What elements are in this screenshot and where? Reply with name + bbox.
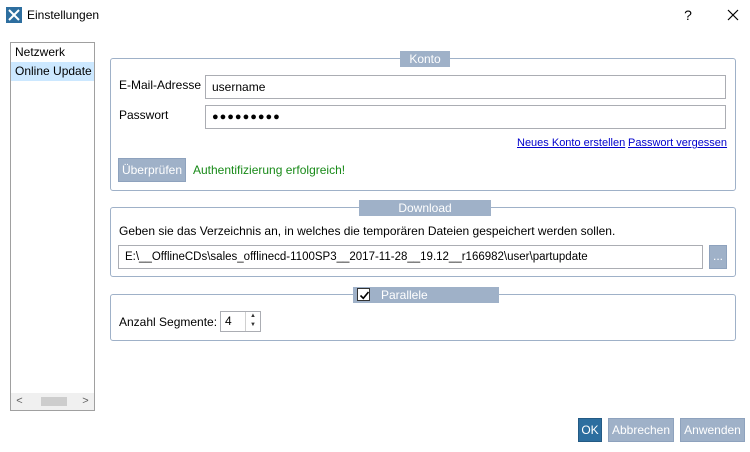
help-button[interactable]: ? xyxy=(676,3,700,27)
close-icon xyxy=(727,9,739,21)
parallel-downloads-title: Parallele Downloads: xyxy=(353,287,499,318)
apply-button[interactable]: Anwenden xyxy=(680,418,745,442)
nav-item-netzwerk[interactable]: Netzwerk xyxy=(11,43,94,62)
segments-value[interactable]: 4 xyxy=(225,312,232,331)
password-field[interactable]: ●●●●●●●●● xyxy=(205,105,726,129)
stepper-down-icon[interactable]: ▼ xyxy=(246,321,260,330)
nav-item-online-update[interactable]: Online Update xyxy=(11,62,94,81)
scroll-thumb[interactable] xyxy=(41,397,67,406)
download-dir-group-title: Download Verzeichnis xyxy=(359,200,491,231)
email-field[interactable]: username xyxy=(205,75,726,99)
window-title: Einstellungen xyxy=(27,8,100,22)
segments-label: Anzahl Segmente: xyxy=(119,315,218,329)
create-account-link[interactable]: Neues Konto erstellen xyxy=(517,137,625,149)
scroll-left-icon[interactable]: < xyxy=(11,393,28,410)
password-label: Passwort xyxy=(119,108,169,122)
ok-button[interactable]: OK xyxy=(578,418,602,442)
account-group-title: Konto xyxy=(400,51,450,67)
close-button[interactable] xyxy=(721,3,745,27)
forgot-password-link[interactable]: Passwort vergessen xyxy=(628,137,727,149)
auth-status-text: Authentifizierung erfolgreich! xyxy=(193,163,346,177)
parallel-downloads-checkbox[interactable] xyxy=(357,288,370,301)
stepper-arrows[interactable]: ▲ ▼ xyxy=(245,312,260,331)
verify-button[interactable]: Überprüfen xyxy=(118,158,186,182)
settings-nav-list: Netzwerk Online Update < > xyxy=(10,42,95,411)
cancel-button[interactable]: Abbrechen xyxy=(608,418,674,442)
tools-icon xyxy=(6,7,22,23)
browse-button[interactable]: ... xyxy=(709,245,727,269)
scroll-right-icon[interactable]: > xyxy=(77,393,94,410)
title-bar: Einstellungen ? xyxy=(0,0,750,31)
download-path-field[interactable]: E:\__OfflineCDs\sales_offlinecd-1100SP3_… xyxy=(118,245,703,269)
email-label: E-Mail-Adresse xyxy=(119,78,202,92)
download-dir-description: Geben sie das Verzeichnis an, in welches… xyxy=(119,224,616,238)
horizontal-scrollbar[interactable]: < > xyxy=(11,393,94,410)
segments-stepper[interactable]: 4 ▲ ▼ xyxy=(220,311,261,332)
stepper-up-icon[interactable]: ▲ xyxy=(246,312,260,321)
checkmark-icon xyxy=(359,291,370,300)
